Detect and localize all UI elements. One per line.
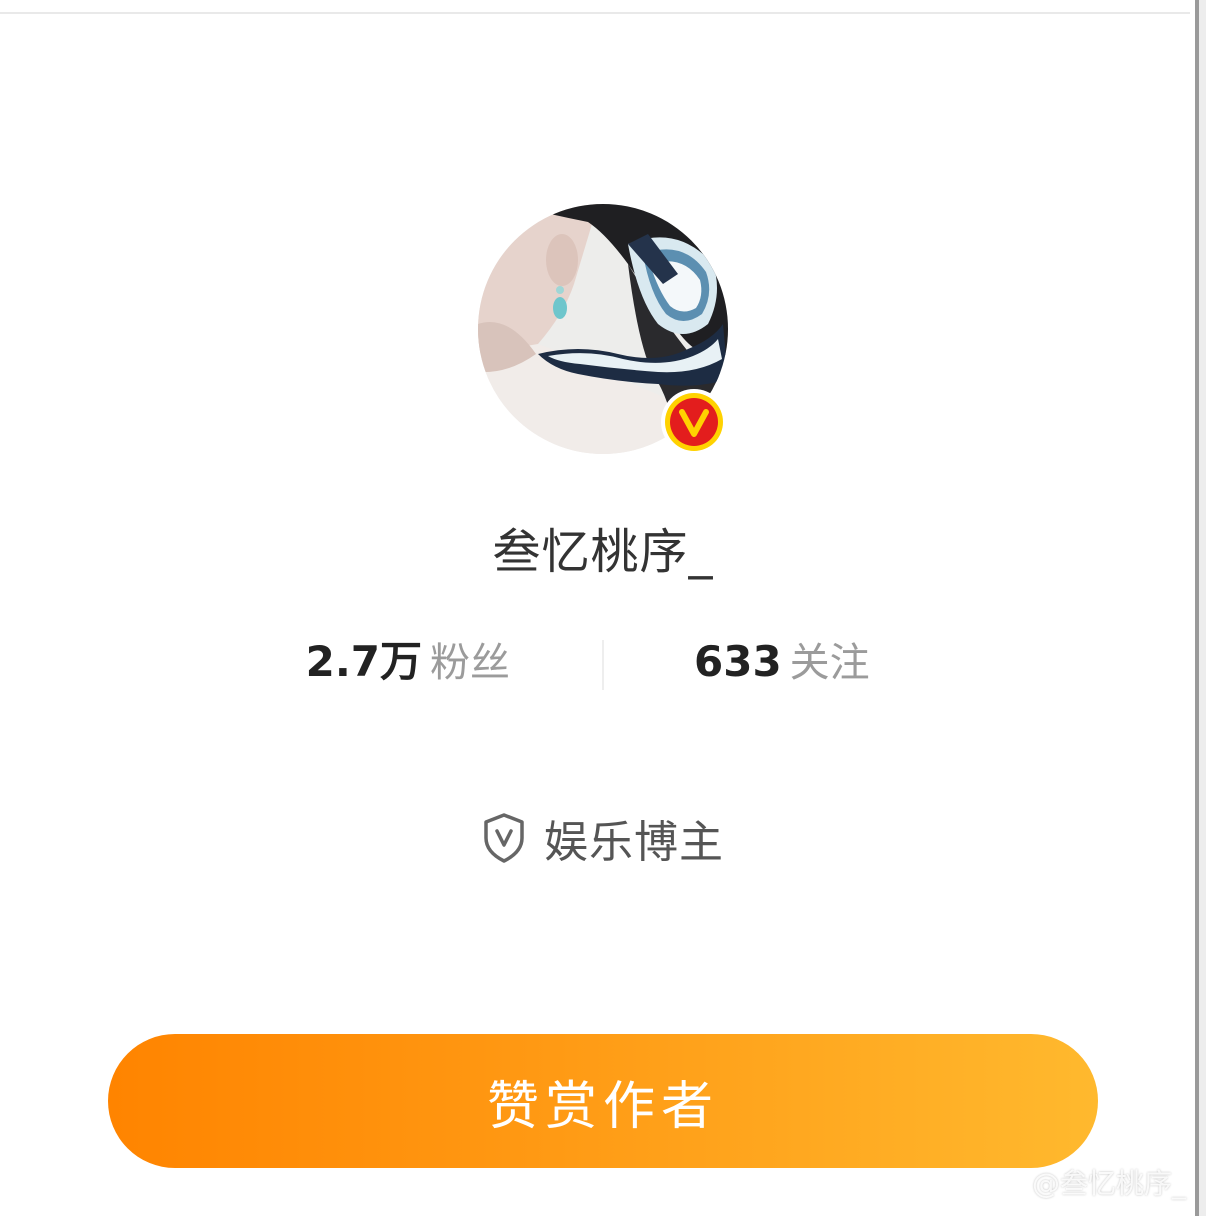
stats-divider: [602, 640, 604, 690]
stats-row: 2.7万 粉丝 633 关注: [0, 632, 1206, 692]
shield-v-icon: [484, 813, 524, 863]
scrollbar[interactable]: [1192, 0, 1206, 1216]
top-divider: [0, 12, 1190, 14]
watermark: @叁忆桃序_: [1031, 1167, 1186, 1200]
fans-count: 2.7万: [305, 637, 422, 686]
author-card-screen: 叁忆桃序_ 2.7万 粉丝 633 关注 娱乐博主 赞赏作者 @叁忆桃序_: [0, 0, 1206, 1216]
following-count: 633: [694, 637, 782, 686]
following-stat[interactable]: 633 关注: [694, 632, 870, 692]
verified-v-icon: [661, 389, 727, 455]
username[interactable]: 叁忆桃序_: [0, 512, 1206, 582]
reward-author-button[interactable]: 赞赏作者: [108, 1034, 1098, 1168]
category-tag: 娱乐博主: [0, 806, 1206, 868]
reward-author-label: 赞赏作者: [486, 1076, 719, 1137]
verified-badge: [660, 388, 728, 456]
fans-label: 粉丝: [430, 640, 510, 686]
category-label: 娱乐博主: [544, 817, 724, 868]
fans-stat[interactable]: 2.7万 粉丝: [306, 632, 510, 692]
following-label: 关注: [789, 640, 870, 686]
